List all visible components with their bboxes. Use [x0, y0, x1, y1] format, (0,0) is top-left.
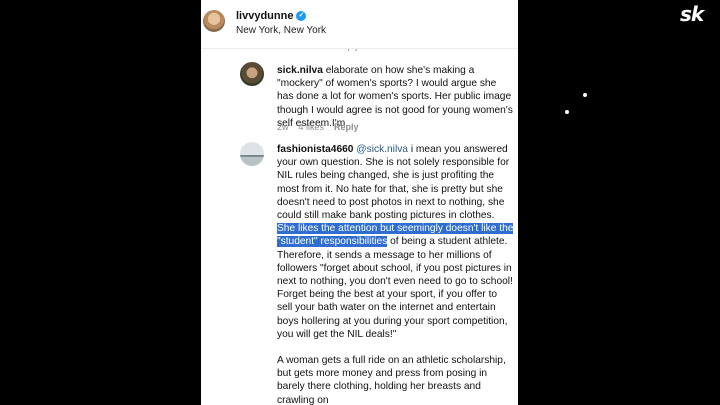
- comment-body: sick.nilva elaborate on how she's making…: [277, 64, 515, 130]
- comment-meta: 2w 4 likes Reply: [277, 122, 359, 132]
- comment-username[interactable]: sick.nilva: [277, 65, 323, 76]
- reply-button[interactable]: Reply: [334, 122, 359, 132]
- post-header: livvydunne ✓ New York, New York: [201, 0, 518, 49]
- comment-time: 2w: [277, 122, 289, 132]
- comment-mention[interactable]: @sick.nilva: [356, 144, 408, 155]
- commenter-avatar[interactable]: [240, 62, 264, 86]
- username-text[interactable]: livvydunne: [236, 10, 293, 22]
- comment-likes[interactable]: 4 likes: [299, 122, 325, 132]
- comment-username[interactable]: fashionista4660: [277, 144, 353, 155]
- decorative-dot: [583, 93, 587, 97]
- profile-avatar[interactable]: [203, 10, 225, 32]
- verified-badge-icon: ✓: [296, 11, 307, 21]
- post-username[interactable]: livvydunne ✓: [236, 10, 307, 22]
- comment-text: i mean you answered your own question. S…: [277, 144, 510, 222]
- decorative-dot: [565, 110, 569, 114]
- comment-body: fashionista4660 @sick.nilva i mean you a…: [277, 143, 515, 405]
- comment-text-continued: of being a student athlete. Therefore, i…: [277, 236, 513, 340]
- commenter-avatar[interactable]: [240, 142, 264, 166]
- sportskeeda-logo: sk: [680, 2, 704, 26]
- comment-paragraph-2: A woman gets a full ride on an athletic …: [277, 355, 506, 405]
- post-location[interactable]: New York, New York: [236, 25, 326, 36]
- instagram-post-panel: livvydunne ✓ New York, New York 2w · 83 …: [201, 0, 518, 405]
